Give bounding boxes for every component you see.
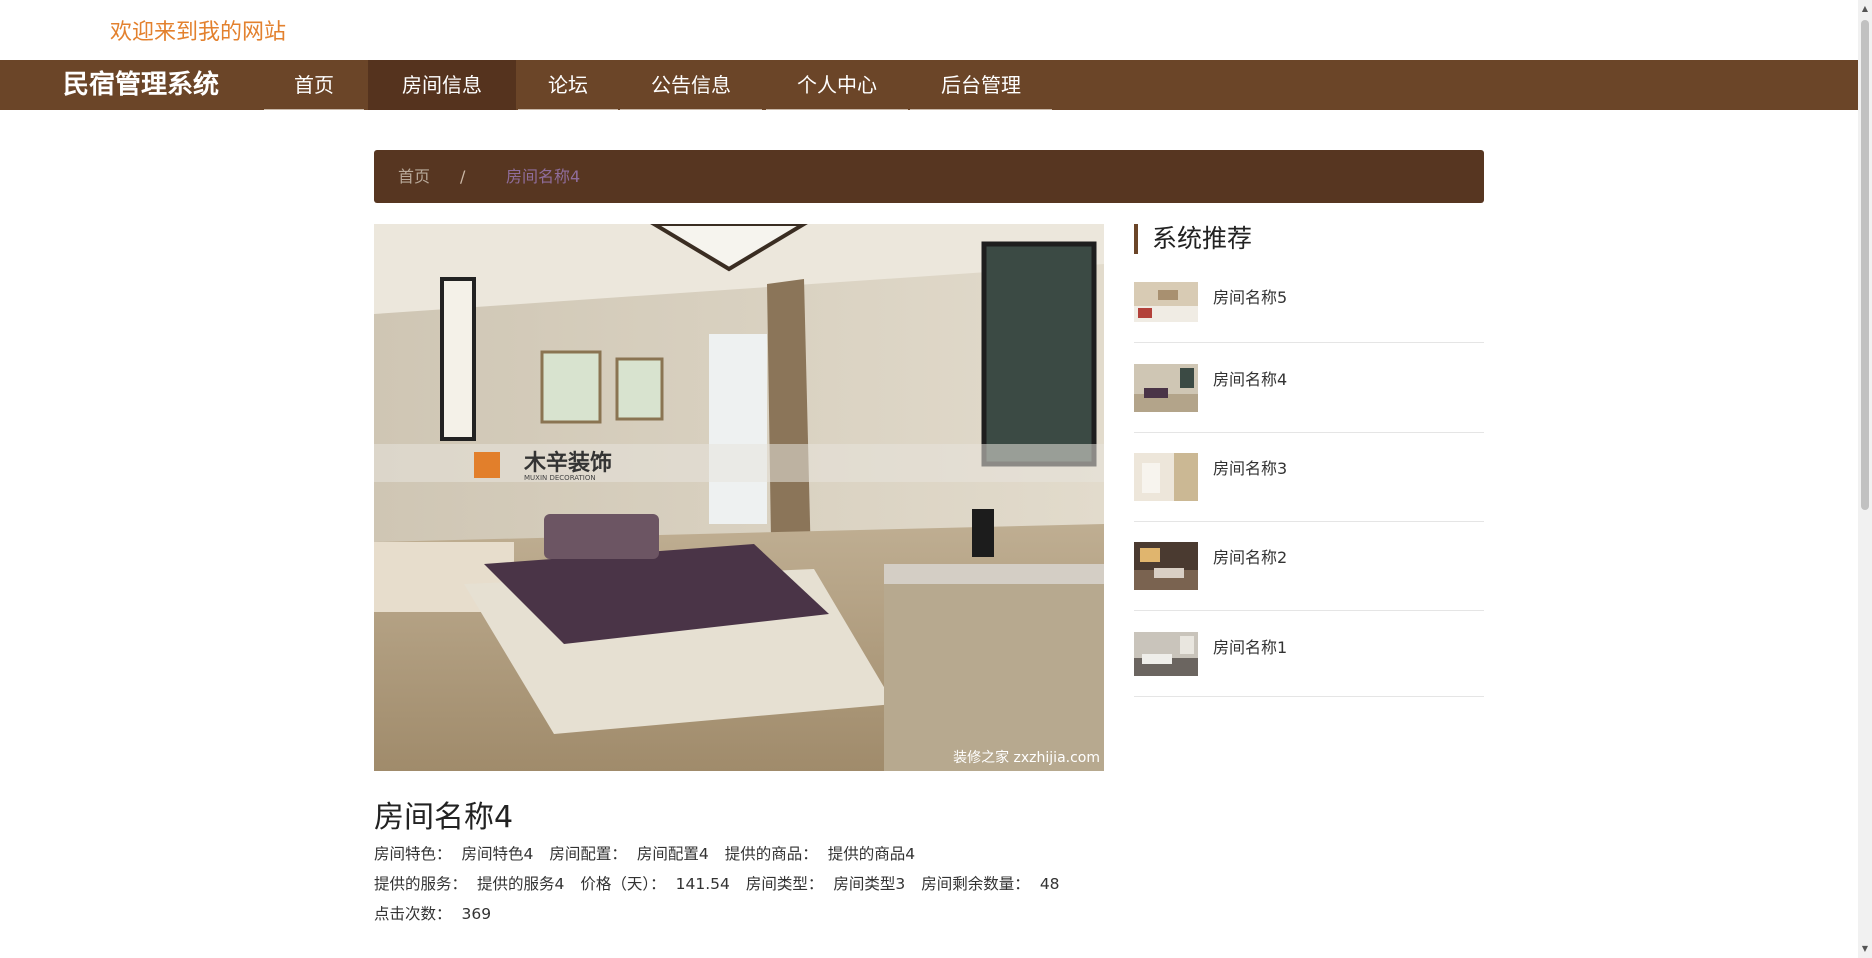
recommend-thumbnail[interactable] (1134, 282, 1198, 322)
recommend-heading: 系统推荐 (1134, 224, 1252, 254)
feature-value: 房间特色4 (461, 845, 534, 863)
recommend-item-name[interactable]: 房间名称4 (1213, 366, 1287, 390)
service-label: 提供的服务： (374, 875, 468, 893)
recommend-item-name[interactable]: 房间名称5 (1213, 284, 1287, 308)
recommend-thumbnail[interactable] (1134, 632, 1198, 676)
nav-admin-label: 后台管理 (941, 73, 1021, 97)
config-label: 房间配置： (549, 845, 627, 863)
nav-underline (264, 109, 364, 110)
nav-underline (518, 109, 618, 110)
room-main-image: 木辛装饰 MUXIN DECORATION 装修之家 zxzhijia.com (374, 224, 1104, 771)
nav-forum[interactable]: 论坛 (518, 60, 618, 110)
nav-announcements-label: 公告信息 (651, 73, 731, 97)
breadcrumb-separator: / (460, 167, 466, 186)
recommend-item[interactable]: 房间名称4 (1134, 364, 1484, 433)
nav-room-info[interactable]: 房间信息 (368, 60, 516, 110)
price-value: 141.54 (675, 875, 730, 893)
site-brand[interactable]: 民宿管理系统 (63, 60, 219, 110)
nav-underline (910, 109, 1052, 110)
scroll-down-icon[interactable]: ▼ (1858, 942, 1872, 956)
recommend-item-name[interactable]: 房间名称3 (1213, 455, 1287, 479)
recommend-item-name[interactable]: 房间名称1 (1213, 634, 1287, 658)
recommend-item-name[interactable]: 房间名称2 (1213, 544, 1287, 568)
recommend-item[interactable]: 房间名称2 (1134, 542, 1484, 611)
nav-forum-label: 论坛 (548, 73, 588, 97)
clicks-label: 点击次数： (374, 905, 452, 923)
nav-underline (620, 109, 762, 110)
bedroom-photo: 木辛装饰 MUXIN DECORATION (374, 224, 1104, 771)
recommend-thumbnail[interactable] (1134, 453, 1198, 501)
info-row-2: 提供的服务： 提供的服务4 价格（天）： 141.54 房间类型： 房间类型3 房间剩余数量… (374, 872, 1076, 894)
welcome-text: 欢迎来到我的网站 (110, 20, 287, 45)
image-watermark: 装修之家 zxzhijia.com (953, 750, 1100, 766)
remaining-label: 房间剩余数量： (921, 875, 1030, 893)
room-title: 房间名称4 (374, 800, 514, 835)
recommend-thumbnail[interactable] (1134, 364, 1198, 412)
recommend-item[interactable]: 房间名称5 (1134, 282, 1484, 343)
breadcrumb-current: 房间名称4 (506, 167, 581, 186)
page-scrollbar[interactable]: ▲ ▼ (1858, 0, 1872, 958)
feature-label: 房间特色： (374, 845, 452, 863)
goods-value: 提供的商品4 (827, 845, 916, 863)
svg-text:木辛装饰: 木辛装饰 (523, 450, 612, 476)
recommend-item[interactable]: 房间名称3 (1134, 453, 1484, 522)
remaining-value: 48 (1039, 875, 1060, 893)
top-navbar: 民宿管理系统 首页 房间信息 论坛 公告信息 个人中心 后台管理 (0, 60, 1858, 110)
config-value: 房间配置4 (636, 845, 709, 863)
nav-profile[interactable]: 个人中心 (766, 60, 908, 110)
clicks-value: 369 (461, 905, 492, 923)
nav-home-label: 首页 (294, 73, 334, 97)
scrollbar-thumb[interactable] (1861, 20, 1869, 510)
breadcrumb-home-link[interactable]: 首页 (398, 150, 430, 203)
nav-home[interactable]: 首页 (264, 60, 364, 110)
breadcrumb: 首页 / 房间名称4 (374, 150, 1484, 203)
nav-profile-label: 个人中心 (797, 73, 877, 97)
recommend-thumbnail[interactable] (1134, 542, 1198, 590)
nav-admin[interactable]: 后台管理 (910, 60, 1052, 110)
recommend-item[interactable]: 房间名称1 (1134, 632, 1484, 697)
service-value: 提供的服务4 (477, 875, 565, 893)
type-value: 房间类型3 (833, 875, 906, 893)
price-label: 价格（天）： (580, 875, 666, 893)
info-row-3: 点击次数： 369 (374, 902, 507, 924)
type-label: 房间类型： (745, 875, 824, 893)
scroll-up-icon[interactable]: ▲ (1858, 2, 1872, 16)
goods-label: 提供的商品： (724, 845, 818, 863)
svg-text:MUXIN DECORATION: MUXIN DECORATION (524, 474, 596, 482)
nav-underline (766, 109, 908, 110)
nav-room-info-label: 房间信息 (402, 73, 482, 97)
nav-announcements[interactable]: 公告信息 (620, 60, 762, 110)
info-row-1: 房间特色： 房间特色4 房间配置： 房间配置4 提供的商品： 提供的商品4 (374, 842, 931, 864)
